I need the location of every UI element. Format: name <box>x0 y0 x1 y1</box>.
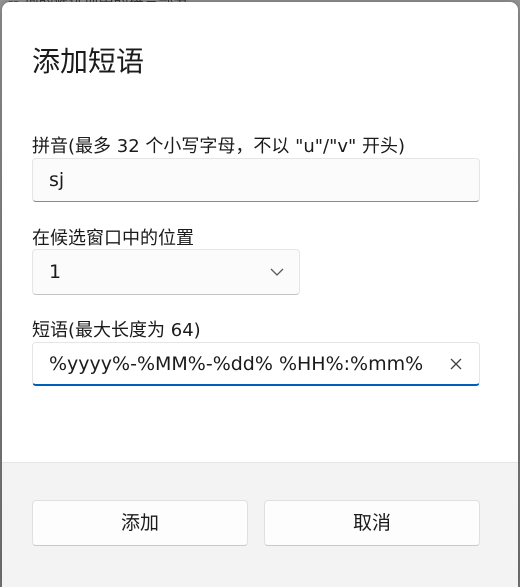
cancel-button[interactable]: 取消 <box>264 500 480 546</box>
chevron-down-icon <box>270 268 284 276</box>
phrase-input[interactable]: %yyyy%-%MM%-%dd% %HH%:%mm% <box>32 342 480 386</box>
position-label: 在候选窗口中的位置 <box>32 228 194 249</box>
pinyin-input-value: sj <box>49 169 65 191</box>
add-phrase-dialog: 添加短语 拼音(最多 32 个小写字母，不以 "u"/"v" 开头) sj 在候… <box>2 2 518 587</box>
position-selected-value: 1 <box>49 261 62 283</box>
pinyin-label: 拼音(最多 32 个小写字母，不以 "u"/"v" 开头) <box>32 136 406 157</box>
phrase-input-value: %yyyy%-%MM%-%dd% %HH%:%mm% <box>49 353 424 375</box>
dialog-title: 添加短语 <box>32 45 145 78</box>
position-dropdown[interactable]: 1 <box>32 249 300 295</box>
add-button[interactable]: 添加 <box>32 500 248 546</box>
pinyin-input[interactable]: sj <box>32 158 480 202</box>
dialog-footer: 添加 取消 <box>2 462 518 587</box>
clear-text-button[interactable] <box>441 349 471 379</box>
phrase-label: 短语(最大长度为 64) <box>32 320 201 341</box>
close-icon <box>450 358 462 370</box>
